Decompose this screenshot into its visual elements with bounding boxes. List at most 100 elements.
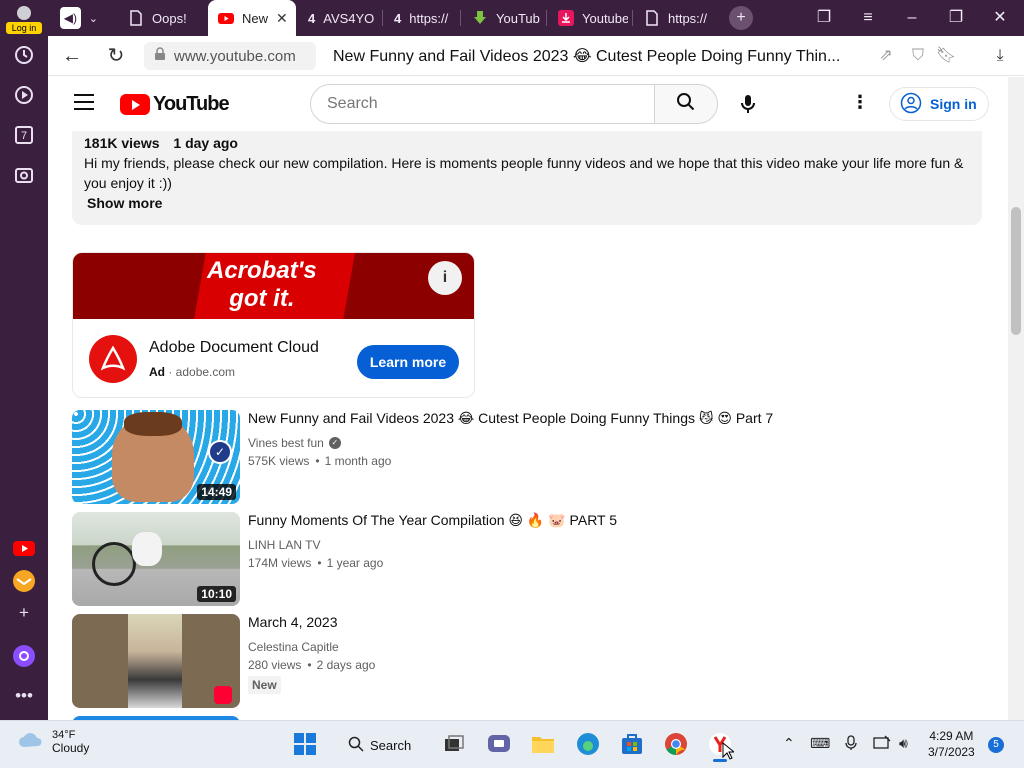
video-title[interactable]: New Funny and Fail Videos 2023 😂 Cutest …: [248, 410, 773, 427]
network-icon[interactable]: [873, 735, 891, 754]
video-duration: 10:10: [197, 586, 236, 602]
back-arrow-icon[interactable]: ←: [60, 44, 84, 68]
search-button[interactable]: [654, 84, 718, 124]
bookmark-icon[interactable]: 🔖︎: [934, 44, 958, 68]
close-window-icon[interactable]: ✕: [988, 6, 1012, 30]
video-thumbnail[interactable]: 10:10: [72, 512, 240, 606]
screenshot-icon[interactable]: [12, 164, 36, 188]
alice-assistant-icon[interactable]: [9, 641, 39, 671]
video-stats: 575K views1 month ago: [248, 454, 391, 468]
show-more-button[interactable]: Show more: [87, 195, 970, 211]
scrollbar-thumb[interactable]: [1011, 207, 1021, 335]
download-pink-icon: [558, 10, 574, 26]
keyboard-icon[interactable]: ⌨: [810, 735, 830, 752]
reload-icon[interactable]: ↻: [104, 44, 128, 68]
video-title[interactable]: Funny Moments Of The Year Compilation 😆 …: [248, 512, 617, 529]
mail-app-icon[interactable]: [9, 566, 39, 596]
mouse-cursor: [722, 741, 736, 760]
ad-title: Adobe Document Cloud: [149, 339, 319, 356]
shorts-icon: [214, 686, 232, 704]
page-title: New Funny and Fail Videos 2023 😂 Cutest …: [333, 48, 841, 65]
screen: Log in 7 + ••• ◀) ⌄ Oops! New ✕ 4 AVS4YO…: [0, 0, 1024, 768]
file-explorer-icon[interactable]: [530, 731, 556, 757]
tab-avs4you[interactable]: 4 AVS4YO: [298, 4, 380, 32]
video-player-icon[interactable]: [12, 84, 36, 108]
history-icon[interactable]: [12, 44, 36, 68]
chrome-browser-icon[interactable]: [663, 731, 689, 757]
tab-https-2[interactable]: https://: [634, 4, 714, 32]
protect-icon[interactable]: ⛉: [906, 44, 930, 68]
hamburger-menu-icon[interactable]: [74, 94, 94, 110]
video-item[interactable]: March 4, 2023 Celestina Capitle 280 view…: [72, 614, 952, 708]
channel-name[interactable]: LINH LAN TV: [248, 538, 320, 552]
ad-card[interactable]: Acrobat's got it. i Adobe Document Cloud…: [72, 252, 475, 398]
new-tab-button[interactable]: +: [729, 6, 753, 30]
search-input[interactable]: Search: [310, 84, 656, 124]
video-views: 174M views: [248, 556, 312, 570]
document-icon: [644, 10, 660, 26]
task-view-icon[interactable]: [441, 731, 467, 757]
search-icon: [348, 736, 364, 755]
youtube-logo[interactable]: YouTube: [120, 93, 230, 116]
video-stats: 280 views2 days ago: [248, 658, 375, 672]
more-options-icon[interactable]: ⋮: [850, 92, 870, 116]
sign-in-button[interactable]: Sign in: [889, 87, 989, 121]
ad-label: Ad: [149, 365, 165, 379]
tab-https-1[interactable]: 4 https://: [384, 4, 456, 32]
video-item[interactable]: 10:10 Funny Moments Of The Year Compilat…: [72, 512, 952, 606]
thumbnail-cow: [132, 532, 162, 566]
system-clock[interactable]: 4:29 AM 3/7/2023: [928, 728, 975, 760]
volume-icon[interactable]: 🔊︎: [899, 735, 908, 752]
ad-banner-line1: Acrobat's: [207, 257, 317, 284]
lock-icon: [154, 47, 166, 65]
video-item[interactable]: ✓ 14:49 New Funny and Fail Videos 2023 😂…: [72, 410, 952, 504]
minimize-icon[interactable]: –: [900, 6, 924, 30]
cloud-icon: [18, 731, 44, 754]
menu-icon[interactable]: ≡: [856, 6, 880, 30]
microsoft-store-icon[interactable]: [619, 731, 645, 757]
tab-youtube-downloader[interactable]: Youtube: [548, 4, 628, 32]
microphone-tray-icon[interactable]: [845, 735, 857, 754]
more-icon[interactable]: •••: [12, 684, 36, 708]
login-label: Log in: [6, 22, 42, 34]
channel-name[interactable]: Vines best fun ✓: [248, 436, 341, 450]
login-button[interactable]: Log in: [6, 4, 42, 34]
url-field[interactable]: www.youtube.com: [144, 42, 316, 70]
speaker-icon: ◀): [60, 7, 81, 29]
restore-icon[interactable]: ❐: [944, 6, 968, 30]
tab-new-funny-videos[interactable]: New ✕: [208, 0, 296, 36]
info-icon[interactable]: i: [428, 261, 462, 295]
video-thumbnail[interactable]: ✓ 14:49: [72, 410, 240, 504]
video-thumbnail[interactable]: [72, 614, 240, 708]
channel-name[interactable]: Celestina Capitle: [248, 640, 339, 654]
document-icon: [128, 10, 144, 26]
notification-badge[interactable]: 5: [988, 737, 1004, 753]
url-domain: www.youtube.com: [174, 47, 296, 65]
close-icon[interactable]: ✕: [276, 10, 288, 27]
microphone-icon[interactable]: [736, 92, 760, 116]
taskbar-search[interactable]: Search: [348, 729, 428, 761]
video-title[interactable]: March 4, 2023: [248, 614, 338, 630]
teams-chat-icon[interactable]: [486, 731, 512, 757]
add-app-icon[interactable]: +: [12, 601, 36, 625]
tab-label: AVS4YO: [323, 10, 375, 26]
sign-in-label: Sign in: [930, 96, 977, 112]
download-arrow-icon[interactable]: ⤓: [988, 44, 1012, 68]
ad-banner-text: Acrobat's got it.: [207, 257, 317, 313]
tab-oops[interactable]: Oops!: [118, 4, 208, 32]
show-hidden-icons-chevron[interactable]: ⌃: [783, 735, 795, 752]
tab-label: YouTub: [496, 10, 540, 26]
video-description[interactable]: 181K views 1 day ago Hi my friends, plea…: [72, 121, 982, 225]
tabs-count: 7: [20, 130, 28, 142]
learn-more-button[interactable]: Learn more: [357, 345, 459, 379]
share-icon[interactable]: ⇗: [874, 44, 898, 68]
windows-start-icon[interactable]: [292, 731, 318, 757]
edge-browser-icon[interactable]: [575, 731, 601, 757]
tabs-count-icon[interactable]: 7: [12, 124, 36, 148]
page-scrollbar[interactable]: [1008, 77, 1024, 720]
youtube-app-icon[interactable]: [9, 533, 39, 563]
tab-youtube-download[interactable]: YouTub: [462, 4, 542, 32]
collections-icon[interactable]: ❐: [812, 6, 836, 30]
tab-audio[interactable]: ◀) ⌄: [50, 4, 98, 32]
weather-widget[interactable]: 34°F Cloudy: [18, 729, 89, 755]
